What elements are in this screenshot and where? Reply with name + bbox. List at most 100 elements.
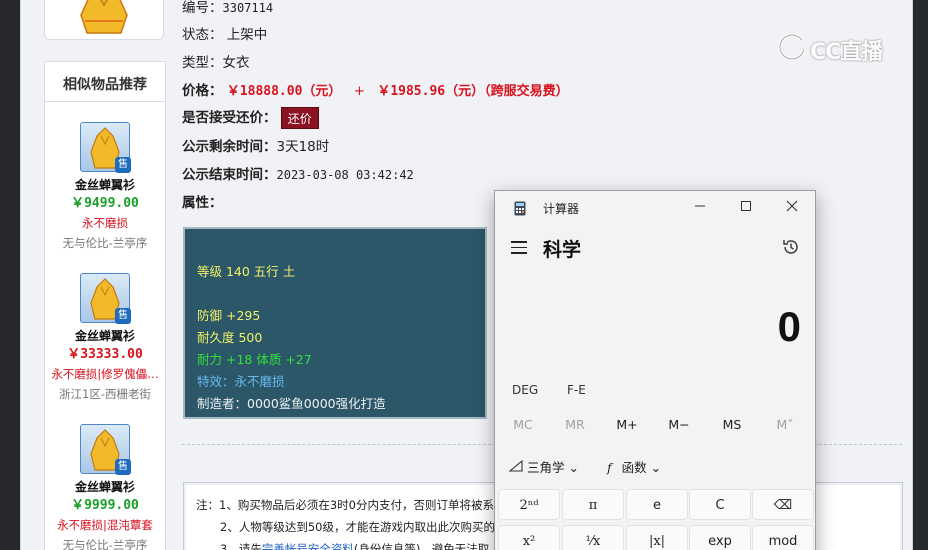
attr-durability: 耐久度 500 <box>197 330 263 345</box>
function-icon: f <box>607 460 612 475</box>
similar-item-name[interactable]: 金丝蝉翼衫 <box>45 177 165 193</box>
function-label: 函数 <box>621 460 647 475</box>
similar-item-name[interactable]: 金丝蝉翼衫 <box>45 479 165 495</box>
memory-list-button[interactable]: M˅ <box>765 417 805 432</box>
similar-item[interactable]: 售 金丝蝉翼衫 ￥33333.00 永不磨损|修罗傀儡… 浙江1区-西栅老街 <box>45 273 165 402</box>
price-plus: + <box>353 83 366 99</box>
memory-store-button[interactable]: MS <box>712 417 752 432</box>
memory-recall-button[interactable]: MR <box>555 417 595 432</box>
cc-live-watermark: CC直播 <box>776 30 906 66</box>
counter-offer-label: 是否接受还价： <box>182 110 277 126</box>
robe-image <box>80 0 128 34</box>
end-time-row: 公示结束时间：2023-03-08 03:42:42 <box>182 163 414 183</box>
exp-key[interactable]: exp <box>689 525 751 550</box>
status-label: 状态： <box>182 27 223 43</box>
number-label: 编号： <box>182 0 223 16</box>
similar-item-price: ￥33333.00 <box>67 347 143 362</box>
calculator-title: 计算器 <box>543 202 580 216</box>
calculator-app-icon <box>514 201 526 216</box>
mod-key[interactable]: mod <box>752 525 814 550</box>
close-icon <box>786 200 798 212</box>
note-line-3: 3、请先完善帐号安全资料(身份信息等)，避免无法取 <box>220 541 489 550</box>
similar-item-name[interactable]: 金丝蝉翼衫 <box>45 328 165 344</box>
item-thumbnail[interactable] <box>44 0 164 40</box>
memory-add-button[interactable]: M+ <box>607 417 647 432</box>
note-line-3-prefix: 3、请先 <box>220 542 262 550</box>
attributes-label: 属性： <box>182 195 223 211</box>
counter-offer-row: 是否接受还价： 还价 <box>182 106 319 129</box>
price-label: 价格： <box>182 83 223 99</box>
function-dropdown[interactable]: f 函数 ⌄ <box>607 457 661 476</box>
similar-item-server: 无与伦比-兰亭序 <box>62 236 148 250</box>
note-line-1: 注：1、购买物品后必须在3时0分内支付，否则订单将被系 <box>196 498 494 512</box>
similar-item-price: ￥9999.00 <box>71 498 139 513</box>
menu-icon[interactable] <box>511 241 527 255</box>
similar-item[interactable]: 售 金丝蝉翼衫 ￥9499.00 永不磨损 无与伦比-兰亭序 <box>45 122 165 251</box>
type-value: 女衣 <box>222 55 250 71</box>
listing-number-row: 编号：3307114 <box>182 0 273 16</box>
attr-level: 等级 140 五行 土 <box>197 264 296 279</box>
watermark-text: CC直播 <box>810 40 883 65</box>
attribute-panel: 等级 140 五行 土 防御 +295 耐久度 500 耐力 +18 体质 +2… <box>183 227 487 419</box>
history-icon[interactable] <box>781 237 801 257</box>
robe-icon[interactable]: 售 <box>80 122 131 173</box>
account-security-link[interactable]: 完善帐号安全资料 <box>262 542 354 550</box>
fe-toggle[interactable]: F-E <box>567 383 586 397</box>
memory-subtract-button[interactable]: M− <box>659 417 699 432</box>
number-value: 3307114 <box>222 1 274 15</box>
similar-item[interactable]: 售 金丝蝉翼衫 ￥9999.00 永不磨损|混沌蕈套 无与伦比-兰亭序 <box>45 424 165 550</box>
cc-logo-icon <box>778 33 808 61</box>
attr-maker: 制造者：0000鲨鱼0000强化打造 <box>197 396 386 411</box>
attr-effect: 特效：永不磨损 <box>197 374 285 389</box>
calculator-display: 0 <box>777 303 801 350</box>
calculator-window[interactable]: 计算器 科学 0 DEG F-E MC MR M+ M− MS M˅ 三角学 ⌄… <box>494 190 816 550</box>
similar-item-tag: 永不磨损|混沌蕈套 <box>57 518 153 532</box>
counter-offer-button[interactable]: 还价 <box>280 107 319 129</box>
sale-badge: 售 <box>115 157 131 173</box>
end-time-label: 公示结束时间： <box>182 167 277 183</box>
calculator-mode-title: 科学 <box>543 239 582 261</box>
attr-stats: 耐力 +18 体质 +27 <box>197 352 312 367</box>
similar-item-tag: 永不磨损|修罗傀儡… <box>51 367 159 381</box>
minimize-icon <box>695 205 705 207</box>
cross-server-fee: ￥1985.96（元）（跨服交易费） <box>377 84 569 99</box>
similar-item-server: 无与伦比-兰亭序 <box>62 538 148 550</box>
square-key[interactable]: x² <box>498 525 560 550</box>
maximize-icon <box>741 201 751 211</box>
calculator-header: 科学 <box>495 231 815 265</box>
similar-items-panel: 相似物品推荐 售 金丝蝉翼衫 ￥9499.00 永不磨损 无与伦比-兰亭序 售 … <box>44 61 166 550</box>
remaining-time-value: 3天18时 <box>276 139 330 155</box>
pi-key[interactable]: π <box>562 489 624 520</box>
backspace-key[interactable]: ⌫ <box>752 489 814 520</box>
price-row: 价格： ￥18888.00（元） + ￥1985.96（元）（跨服交易费） <box>182 79 569 99</box>
status-row: 状态： 上架中 <box>182 23 267 43</box>
end-time-value: 2023-03-08 03:42:42 <box>276 168 414 182</box>
similar-item-server: 浙江1区-西栅老街 <box>59 387 151 401</box>
chevron-down-icon: ⌄ <box>568 460 579 475</box>
maximize-button[interactable] <box>723 191 769 225</box>
note-line-3-suffix: (身份信息等)，避免无法取 <box>353 542 490 550</box>
triangle-icon <box>508 459 523 472</box>
sale-badge: 售 <box>115 459 131 475</box>
calculator-titlebar[interactable]: 计算器 <box>495 191 815 225</box>
reciprocal-key[interactable]: ¹⁄x <box>562 525 624 550</box>
robe-icon[interactable]: 售 <box>80 273 131 324</box>
price-value: ￥18888.00（元） <box>226 84 342 99</box>
deg-toggle[interactable]: DEG <box>512 383 538 397</box>
trig-dropdown[interactable]: 三角学 ⌄ <box>508 457 579 476</box>
type-row: 类型：女衣 <box>182 51 250 71</box>
euler-key[interactable]: e <box>626 489 688 520</box>
clear-key[interactable]: C <box>689 489 751 520</box>
remaining-time-label: 公示剩余时间： <box>182 139 277 155</box>
attr-defense: 防御 +295 <box>197 308 261 323</box>
robe-icon[interactable]: 售 <box>80 424 131 475</box>
second-function-key[interactable]: 2ⁿᵈ <box>498 489 560 520</box>
remaining-time-row: 公示剩余时间：3天18时 <box>182 135 329 155</box>
absolute-key[interactable]: |x| <box>626 525 688 550</box>
memory-clear-button[interactable]: MC <box>503 417 543 432</box>
attributes-row: 属性： <box>182 191 223 211</box>
minimize-button[interactable] <box>677 191 723 225</box>
close-button[interactable] <box>769 191 815 225</box>
chevron-down-icon: ⌄ <box>650 460 662 475</box>
similar-item-price: ￥9499.00 <box>71 196 139 211</box>
